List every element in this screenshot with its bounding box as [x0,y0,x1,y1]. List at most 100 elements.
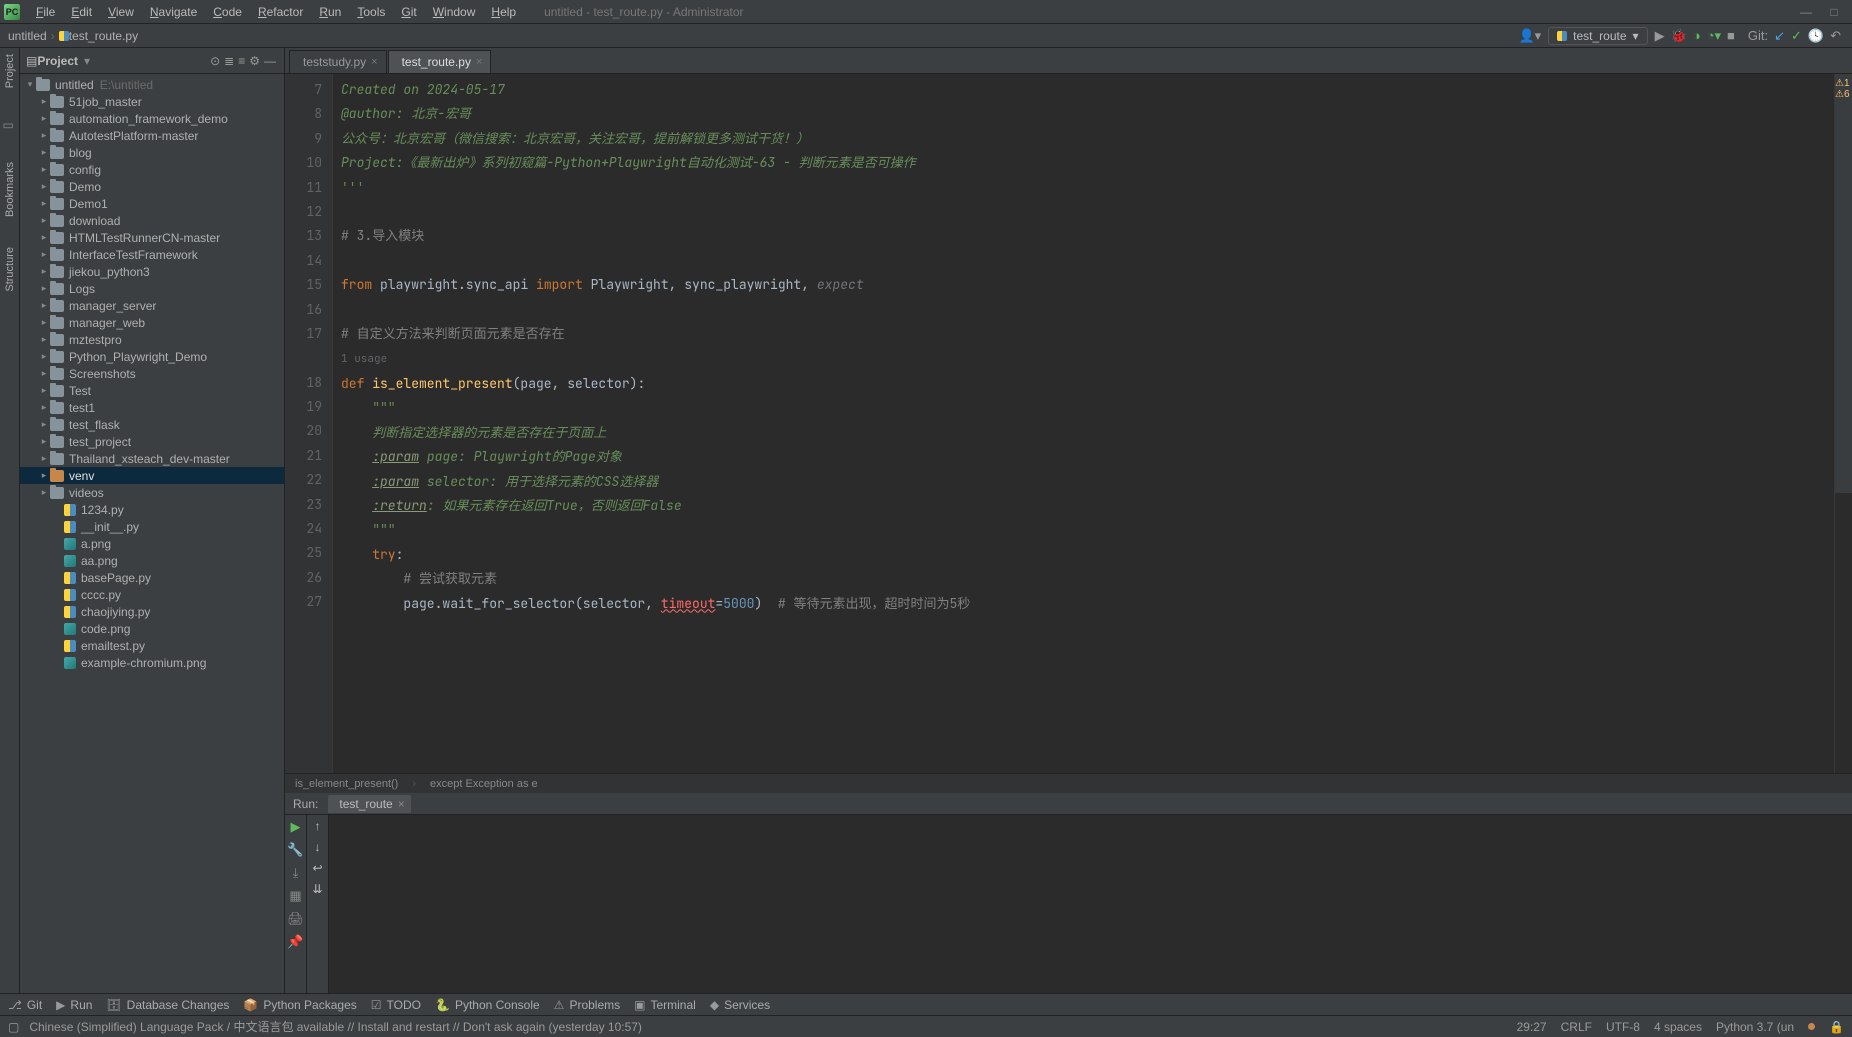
close-icon[interactable]: × [476,56,482,68]
menu-git[interactable]: Git [393,5,424,19]
git-rollback-icon[interactable]: ↶ [1830,28,1841,44]
status-icon[interactable]: ▢ [8,1020,19,1034]
window-minimize[interactable]: — [1792,5,1820,19]
tree-item[interactable]: ▸manager_server [20,297,284,314]
tree-item[interactable]: ▸Screenshots [20,365,284,382]
git-history-icon[interactable]: 🕓 [1808,28,1824,44]
menu-help[interactable]: Help [483,5,524,19]
tree-item[interactable]: ▸test_project [20,433,284,450]
tree-item[interactable]: ▸manager_web [20,314,284,331]
coverage-button[interactable]: ◑ [1693,28,1701,43]
tree-item[interactable]: cccc.py [20,586,284,603]
tab-teststudy[interactable]: teststudy.py × [289,50,387,73]
tree-item[interactable]: ▸mztestpro [20,331,284,348]
run-button[interactable]: ▶ [1655,28,1665,44]
tree-item[interactable]: ▸InterfaceTestFramework [20,246,284,263]
crumb-except[interactable]: except Exception as e [430,778,538,790]
tool-database-changes[interactable]: 🗄Database Changes [106,998,229,1012]
wrap-icon[interactable]: ↩ [312,861,322,875]
menu-code[interactable]: Code [205,5,250,19]
tool-python-packages[interactable]: 📦Python Packages [243,998,356,1012]
rail-icon-1[interactable]: ▭ [3,118,17,132]
tree-item[interactable]: ▾untitledE:\untitled [20,76,284,93]
menu-refactor[interactable]: Refactor [250,5,311,19]
close-icon[interactable]: × [398,797,405,811]
tree-item[interactable]: chaojiying.py [20,603,284,620]
breadcrumb-root[interactable]: untitled [8,29,47,43]
rail-structure[interactable]: Structure [4,247,16,292]
tool-git[interactable]: ⎇Git [8,998,42,1012]
tree-item[interactable]: ▸download [20,212,284,229]
tree-item[interactable]: example-chromium.png [20,654,284,671]
select-opened-icon[interactable]: ⊙ [210,54,220,68]
status-line-ending[interactable]: CRLF [1561,1020,1592,1034]
tree-item[interactable]: ▸AutotestPlatform-master [20,127,284,144]
git-commit-icon[interactable]: ✓ [1791,28,1802,44]
tree-item[interactable]: a.png [20,535,284,552]
tree-item[interactable]: ▸test_flask [20,416,284,433]
run-console-output[interactable] [329,815,1852,993]
warning-indicator[interactable]: ⚠1 ⚠6 [1835,78,1851,100]
debug-button[interactable]: 🐞 [1671,28,1687,44]
tree-item[interactable]: ▸Demo [20,178,284,195]
window-maximize[interactable]: □ [1820,5,1848,19]
run-config-select[interactable]: test_route ▾ [1548,27,1647,45]
chevron-down-icon[interactable]: ▾ [84,54,90,68]
status-message[interactable]: Chinese (Simplified) Language Pack / 中文语… [29,1018,642,1035]
tree-item[interactable]: ▸Logs [20,280,284,297]
tool-run[interactable]: ▶Run [56,998,92,1012]
stop-button[interactable]: ■ [1727,28,1735,43]
run-tab[interactable]: test_route × [328,795,410,813]
tree-item[interactable]: ▸51job_master [20,93,284,110]
menu-navigate[interactable]: Navigate [142,5,205,19]
status-position[interactable]: 29:27 [1517,1020,1547,1034]
status-interpreter[interactable]: Python 3.7 (un [1716,1020,1794,1034]
rerun-icon[interactable]: ▶ [291,819,301,835]
tree-item[interactable]: __init__.py [20,518,284,535]
tool-todo[interactable]: ☑TODO [371,998,421,1012]
tree-item[interactable]: ▸blog [20,144,284,161]
expand-all-icon[interactable]: ≣ [224,54,234,68]
tool-services[interactable]: ◆Services [710,998,770,1012]
tree-item[interactable]: ▸venv [20,467,284,484]
menu-tools[interactable]: Tools [349,5,393,19]
tree-item[interactable]: ▸Thailand_xsteach_dev-master [20,450,284,467]
tree-item[interactable]: 1234.py [20,501,284,518]
tool-problems[interactable]: ⚠Problems [554,998,620,1012]
tree-item[interactable]: ▸Demo1 [20,195,284,212]
collapse-all-icon[interactable]: ≡ [238,54,245,68]
tool-terminal[interactable]: ▣Terminal [634,998,696,1012]
tool-layout-icon[interactable]: ▦ [289,888,301,904]
menu-file[interactable]: File [28,5,63,19]
code-editor[interactable]: Created on 2024-05-17@author: 北京-宏哥公众号：北… [333,74,1834,773]
git-update-icon[interactable]: ↙ [1774,28,1785,44]
hide-icon[interactable]: — [264,54,276,68]
tree-item[interactable]: ▸Test [20,382,284,399]
user-icon[interactable]: 👤▾ [1518,28,1541,44]
editor-minimap[interactable]: ⚠1 ⚠6 [1834,74,1852,773]
tree-item[interactable]: code.png [20,620,284,637]
tree-item[interactable]: ▸config [20,161,284,178]
menu-view[interactable]: View [100,5,142,19]
git-status-icon[interactable] [1808,1023,1815,1030]
tree-item[interactable]: ▸test1 [20,399,284,416]
tree-item[interactable]: basePage.py [20,569,284,586]
tree-item[interactable]: aa.png [20,552,284,569]
tool-wrench-icon[interactable]: 🔧 [287,842,303,858]
tool-python-console[interactable]: 🐍Python Console [435,998,540,1012]
line-gutter[interactable]: 789101112131415161718192021222324252627 [285,74,333,773]
menu-window[interactable]: Window [425,5,484,19]
lock-icon[interactable]: 🔒 [1829,1020,1844,1034]
close-icon[interactable]: × [371,56,377,68]
breadcrumb-file[interactable]: test_route.py [69,29,138,43]
menu-run[interactable]: Run [311,5,349,19]
tool-print-icon[interactable]: 🖨 [287,911,304,927]
tree-item[interactable]: ▸jiekou_python3 [20,263,284,280]
status-indent[interactable]: 4 spaces [1654,1020,1702,1034]
tree-item[interactable]: ▸Python_Playwright_Demo [20,348,284,365]
profile-button[interactable]: ◔▾ [1707,28,1721,44]
tool-down-icon[interactable]: ⤓ [293,865,299,881]
tree-item[interactable]: ▸videos [20,484,284,501]
down-icon[interactable]: ↓ [315,840,321,854]
menu-edit[interactable]: Edit [63,5,100,19]
